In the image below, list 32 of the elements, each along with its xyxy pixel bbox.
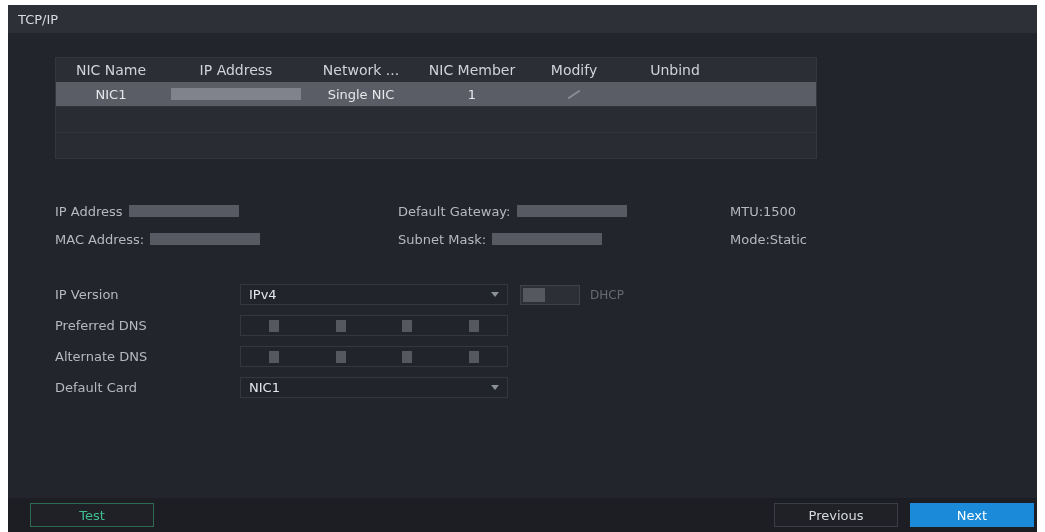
test-button[interactable]: Test (30, 503, 154, 527)
info-label: Mode:Static (730, 231, 807, 247)
caret-icon (491, 385, 499, 390)
column-header: NIC Member (427, 62, 517, 78)
column-header: Unbind (649, 62, 701, 78)
column-header: NIC Name (74, 62, 148, 78)
dhcp-label: DHCP (590, 287, 624, 302)
info-label: MAC Address: (55, 231, 145, 247)
column-header: IP Address (198, 62, 274, 78)
field-label: Preferred DNS (55, 318, 148, 333)
previous-button[interactable]: Previous (774, 503, 898, 527)
next-button[interactable]: Next (910, 503, 1034, 527)
column-header: Network ... (321, 62, 401, 78)
table-row[interactable]: NIC1 Single NIC 1 (56, 82, 816, 106)
info-label: MTU:1500 (730, 203, 797, 219)
ip-input-field[interactable] (240, 346, 508, 367)
window-title: TCP/IP (18, 11, 59, 27)
field-label: Alternate DNS (55, 349, 149, 364)
field-label: Default Card (55, 380, 139, 395)
ip-input-field[interactable] (240, 315, 508, 336)
pencil-icon[interactable] (567, 89, 581, 99)
dropdown[interactable]: IPv4 (240, 284, 508, 305)
field-label: IP Version (55, 287, 120, 302)
dropdown[interactable]: NIC1 (240, 377, 508, 398)
info-label: Subnet Mask: (398, 231, 487, 247)
table-cell-text: NIC1 (94, 86, 128, 102)
table-cell-text: 1 (466, 86, 478, 102)
table-cell-text: Single NIC (326, 86, 396, 102)
column-header: Modify (549, 62, 599, 78)
info-label: IP Address (55, 203, 123, 219)
info-label: Default Gateway: (398, 203, 511, 219)
caret-icon (491, 292, 499, 297)
